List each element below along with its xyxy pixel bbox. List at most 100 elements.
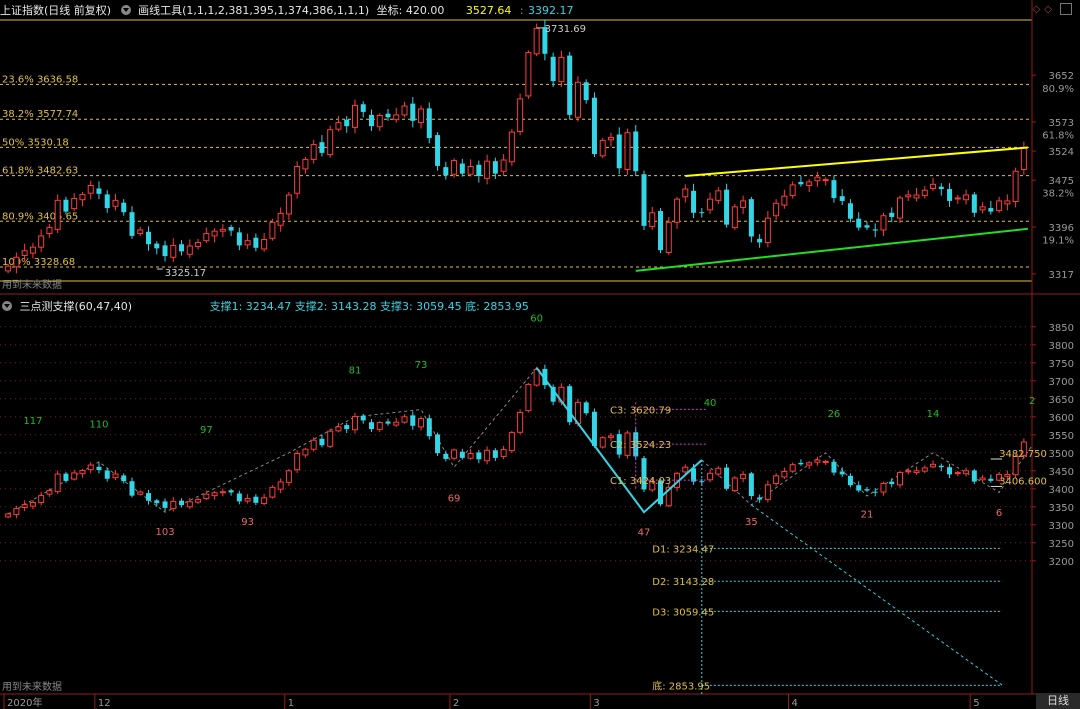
indicator-candle <box>533 369 540 386</box>
indicator-candle <box>236 493 242 502</box>
x-tick-label: 4 <box>792 698 798 709</box>
chart-frame <box>0 0 1080 695</box>
indicator-candle <box>121 475 127 482</box>
y-tick-label: 3396 <box>1049 223 1074 234</box>
indicator-candle <box>87 464 94 471</box>
indicator-candle <box>401 416 408 423</box>
price-candle <box>426 108 432 139</box>
y-tick-label: 3200 <box>1049 557 1074 568</box>
price-candle <box>856 218 862 228</box>
price-candle <box>1012 170 1019 203</box>
indicator-candle <box>930 463 937 468</box>
price-candle <box>492 161 498 174</box>
indicator-candle <box>137 491 144 495</box>
c-level-label: C2: 3524.23 <box>610 440 671 451</box>
indicator-candle <box>170 500 177 510</box>
y-tick-label: 19.1% <box>1042 235 1074 246</box>
indicator-candle <box>146 493 152 501</box>
indicator-candle <box>79 469 86 475</box>
price-candle <box>451 160 458 175</box>
indicator-candle <box>228 490 234 493</box>
price-candle <box>814 176 821 182</box>
indicator-candle <box>13 508 20 515</box>
price-candle <box>228 227 234 231</box>
price-candle <box>517 98 524 133</box>
d-level-label: 底: 2853.95 <box>652 679 710 692</box>
y-tick-label: 3800 <box>1049 341 1074 352</box>
indicator-candle <box>781 471 788 478</box>
price-candle <box>897 197 903 219</box>
price-candle <box>435 135 441 166</box>
indicator-candle <box>104 470 110 479</box>
indicator-candle <box>129 481 135 496</box>
peak-count-label: 2 <box>1029 396 1035 407</box>
price-candle <box>649 212 656 227</box>
price-candle <box>1020 147 1027 170</box>
price-candle <box>822 179 829 182</box>
indicator-candle <box>517 411 524 433</box>
peak-count-label: 14 <box>927 409 940 420</box>
chart-canvas[interactable]: 23.6% 3636.58 38.2% 3577.74 50% 3530.18 61.… <box>0 0 1080 709</box>
c-level-label: C3: 3620.79 <box>610 405 671 416</box>
indicator-candle <box>467 453 474 459</box>
fib-level-label: 38.2% 3577.74 <box>2 109 78 120</box>
indicator-candle <box>285 470 292 483</box>
price-candle <box>203 233 210 242</box>
y-tick-label: 3600 <box>1049 413 1074 424</box>
future-data-label: 用到未来数据 <box>2 278 62 291</box>
price-candle <box>872 229 878 231</box>
trough-count-label: 6 <box>996 508 1002 519</box>
y-tick-label: 80.9% <box>1042 84 1074 95</box>
price-candle <box>641 174 647 226</box>
y-tick-label: 3250 <box>1049 539 1074 550</box>
projection-diagonal-line <box>751 504 1003 686</box>
low-value-label: 3325.17 <box>165 268 206 279</box>
price-candle <box>121 202 127 213</box>
indicator-candle <box>789 464 796 472</box>
price-candle <box>219 228 226 232</box>
price-candle <box>376 115 383 128</box>
high-value-label: 3731.69 <box>545 24 586 35</box>
price-candle <box>244 240 251 246</box>
price-candle <box>327 129 334 156</box>
indicator-candle <box>707 472 714 481</box>
price-candle <box>839 196 845 201</box>
c-level-label: C1: 3424.03 <box>610 476 671 487</box>
price-candle <box>368 114 374 127</box>
x-tick-label: 2020年 <box>7 696 42 709</box>
indicator-candle <box>988 478 994 481</box>
price-candle <box>971 194 977 213</box>
future-data-label: 用到未来数据 <box>2 680 62 693</box>
price-candle <box>500 159 507 172</box>
y-tick-label: 38.2% <box>1042 189 1074 200</box>
indicator-candle <box>344 425 350 430</box>
price-candle <box>443 167 449 176</box>
price-candle <box>302 158 309 170</box>
right-level-label: 3482.750 <box>999 449 1047 460</box>
price-candle <box>757 238 763 243</box>
price-candle <box>633 131 639 172</box>
indicator-candle <box>376 422 383 430</box>
indicator-candle <box>443 453 449 459</box>
indicator-candle <box>724 467 730 489</box>
indicator-candle <box>757 497 763 500</box>
period-tab-daily[interactable]: 日线 <box>1036 693 1080 709</box>
price-candle <box>277 212 284 226</box>
d-level-label: D3: 3059.45 <box>652 607 714 618</box>
indicator-candle <box>897 472 903 486</box>
price-candle <box>674 198 681 223</box>
indicator-candle <box>492 450 498 458</box>
indicator-candle <box>525 383 532 412</box>
y-tick-label: 3317 <box>1049 270 1074 281</box>
peak-count-label: 40 <box>704 398 717 409</box>
indicator-candle <box>335 426 342 432</box>
indicator-candle <box>261 497 268 505</box>
indicator-candle <box>856 485 862 491</box>
indicator-candle <box>864 489 870 491</box>
support-indicator-chart: C3: 3620.79 C2: 3524.23 C1: 3424.03 D1: 323… <box>2 313 1074 694</box>
indicator-candle <box>938 465 944 468</box>
price-candle <box>996 200 1003 211</box>
price-candle <box>146 231 152 245</box>
indicator-candle <box>96 466 102 471</box>
d-level-label: D1: 3234.47 <box>652 544 714 555</box>
